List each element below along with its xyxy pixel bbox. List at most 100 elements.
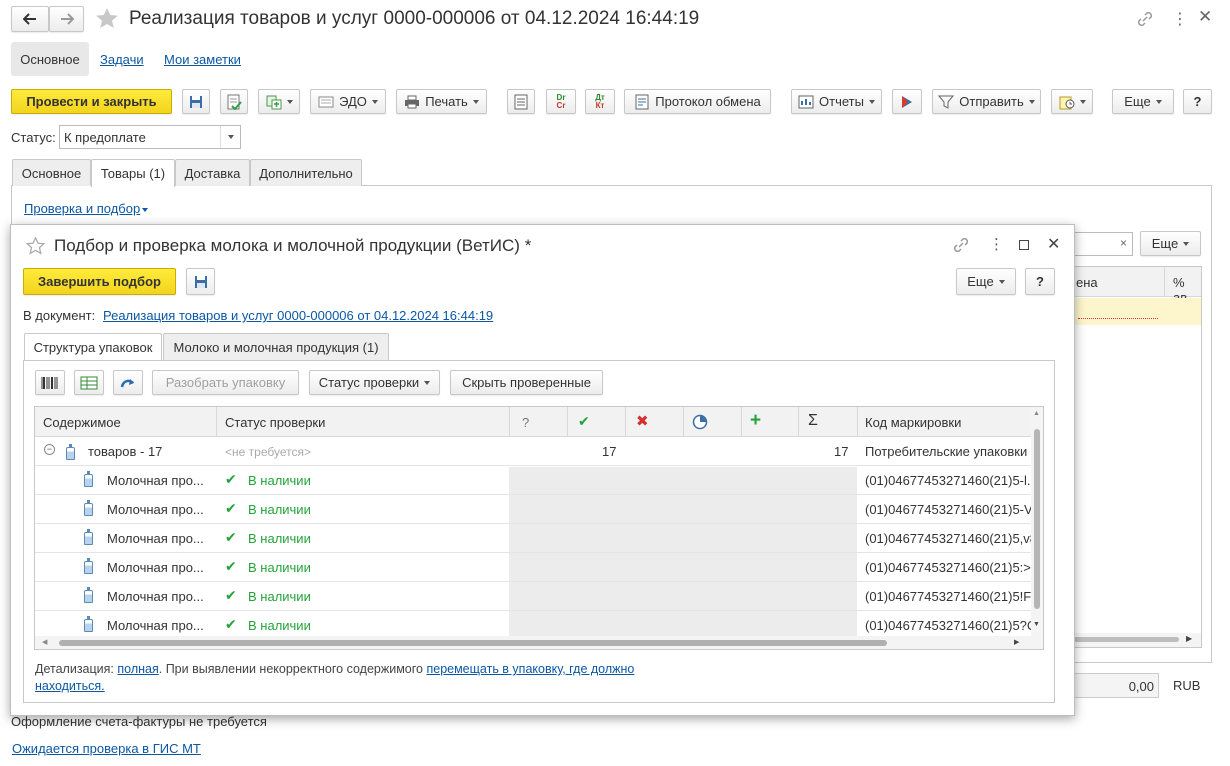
check-and-select-link[interactable]: Проверка и подбор <box>24 201 140 216</box>
nav-tab-tasks[interactable]: Задачи <box>100 52 144 67</box>
table-row[interactable]: Молочная про... ✔ В наличии (01)04677453… <box>35 582 1043 611</box>
scroll-right-icon[interactable]: ▶ <box>1014 638 1019 646</box>
star-icon[interactable] <box>95 7 119 30</box>
bottle-icon <box>84 616 93 632</box>
close-icon[interactable]: ✕ <box>1198 7 1212 27</box>
print-button[interactable]: Печать <box>396 89 487 114</box>
check-status-button[interactable]: Статус проверки <box>309 370 440 395</box>
status-dropdown-toggle[interactable] <box>220 126 240 148</box>
col-pending-icon[interactable] <box>692 414 708 430</box>
col-error-icon[interactable]: ✖ <box>636 412 649 430</box>
scroll-right-icon[interactable]: ▶ <box>1186 634 1192 643</box>
group-row[interactable]: − товаров - 17 <не требуется> 17 17 Потр… <box>35 437 1043 466</box>
maximize-icon[interactable] <box>1019 240 1029 250</box>
scroll-up-icon[interactable]: ▲ <box>1033 410 1040 417</box>
col-add-icon[interactable]: + <box>750 410 761 432</box>
detail-move-link[interactable]: перемещать в упаковку, где должно <box>426 662 634 676</box>
more-vertical-icon[interactable]: ⋮ <box>1172 9 1188 29</box>
hide-checked-button[interactable]: Скрыть проверенные <box>450 370 603 395</box>
col-content[interactable]: Содержимое <box>43 415 121 430</box>
more-button[interactable]: Еще <box>1112 89 1174 114</box>
doc-link[interactable]: Реализация товаров и услуг 0000-000006 о… <box>103 308 493 323</box>
dialog-help-button[interactable]: ? <box>1025 268 1055 295</box>
horizontal-scrollbar[interactable]: ◀ ▶ <box>35 636 1043 649</box>
col-sum-icon[interactable]: Σ <box>808 412 818 430</box>
scroll-thumb[interactable] <box>59 640 887 646</box>
unpack-button[interactable]: Разобрать упаковку <box>152 370 299 395</box>
help-button[interactable]: ? <box>1183 89 1212 114</box>
bg-table-scrollbar[interactable]: ▶ <box>1074 633 1201 647</box>
scroll-down-icon[interactable]: ▼ <box>1033 621 1040 628</box>
col-question[interactable]: ? <box>522 415 529 430</box>
star-outline-icon[interactable] <box>26 237 45 255</box>
refresh-button[interactable] <box>113 370 143 395</box>
bottle-icon <box>66 444 75 460</box>
bg-search-field[interactable]: × <box>1073 232 1133 256</box>
col-code[interactable]: Код маркировки <box>865 415 961 430</box>
journal-button[interactable] <box>507 89 535 114</box>
edo-button[interactable]: ЭДО <box>310 89 386 114</box>
packages-grid: Содержимое Статус проверки ? ✔ ✖ + Σ Код… <box>34 406 1044 650</box>
detail-move-link-cont[interactable]: находиться. <box>35 679 105 693</box>
dialog-tab-milk[interactable]: Молоко и молочная продукция (1) <box>163 333 389 360</box>
vertical-scrollbar[interactable]: ▲ ▼ <box>1031 407 1043 637</box>
group-checked-count: 17 <box>602 444 617 459</box>
send-button[interactable]: Отправить <box>932 89 1041 114</box>
window-title: Реализация товаров и услуг 0000-000006 о… <box>129 8 700 29</box>
nav-tab-main-label: Основное <box>20 51 80 67</box>
filter-icon <box>938 95 955 109</box>
link-icon[interactable] <box>1136 10 1154 28</box>
dt-kt-icon: Дт Кт <box>595 92 605 110</box>
chevron-down-icon <box>142 208 148 212</box>
close-icon[interactable]: ✕ <box>1047 234 1060 254</box>
col-ok-icon[interactable]: ✔ <box>578 413 590 430</box>
doc-tab-delivery[interactable]: Доставка <box>175 159 250 186</box>
dr-cr-button[interactable]: Dr Cr <box>546 89 576 114</box>
reports-label: Отчеты <box>819 94 864 109</box>
finish-selection-button[interactable]: Завершить подбор <box>23 268 176 295</box>
more-vertical-icon[interactable]: ⋮ <box>989 235 1004 253</box>
protocol-button[interactable]: Протокол обмена <box>624 89 771 114</box>
col-status[interactable]: Статус проверки <box>225 415 325 430</box>
table-check-button[interactable] <box>74 370 104 395</box>
dt-kt-button[interactable]: Дт Кт <box>585 89 615 114</box>
doc-tab-main[interactable]: Основное <box>12 159 91 186</box>
dialog-more-button[interactable]: Еще <box>956 268 1016 295</box>
clear-icon[interactable]: × <box>1120 236 1127 250</box>
collapse-icon[interactable]: − <box>44 444 55 455</box>
detail-full-link[interactable]: полная <box>117 662 158 676</box>
create-based-on-button[interactable] <box>258 89 300 114</box>
scroll-left-icon[interactable]: ◀ <box>42 638 47 646</box>
table-row[interactable]: Молочная про... ✔ В наличии (01)04677453… <box>35 553 1043 582</box>
table-row[interactable]: Молочная про... ✔ В наличии (01)04677453… <box>35 524 1043 553</box>
total-field: 0,00 <box>1073 673 1159 698</box>
bg-table-row-selected[interactable] <box>1074 298 1201 325</box>
dropdown-caret-icon <box>371 99 378 104</box>
flag-button[interactable] <box>892 89 922 114</box>
dialog-tab-structure[interactable]: Структура упаковок <box>24 333 162 361</box>
scroll-thumb[interactable] <box>1034 429 1040 609</box>
post-button[interactable] <box>220 89 248 114</box>
check-icon: ✔ <box>225 616 237 632</box>
barcode-button[interactable] <box>35 370 65 395</box>
doc-tab-goods[interactable]: Товары (1) <box>91 159 175 187</box>
bg-more-button[interactable]: Еще <box>1140 231 1201 256</box>
link-icon[interactable] <box>952 236 970 254</box>
dialog-save-button[interactable] <box>186 268 215 295</box>
back-button[interactable] <box>11 6 49 32</box>
attachments-button[interactable] <box>1051 89 1093 114</box>
table-row[interactable]: Молочная про... ✔ В наличии (01)04677453… <box>35 495 1043 524</box>
detail-prefix: Детализация: <box>35 662 114 676</box>
gis-check-link[interactable]: Ожидается проверка в ГИС МТ <box>12 741 201 756</box>
post-and-close-button[interactable]: Провести и закрыть <box>11 89 172 114</box>
doc-tab-additional[interactable]: Дополнительно <box>250 159 362 186</box>
status-select[interactable]: К предоплате <box>59 125 241 149</box>
dropdown-caret-icon <box>472 99 479 104</box>
reports-button[interactable]: Отчеты <box>791 89 882 114</box>
save-button[interactable] <box>182 89 210 114</box>
nav-tab-notes[interactable]: Мои заметки <box>164 52 241 67</box>
arrow-left-icon <box>23 13 36 25</box>
forward-button[interactable] <box>49 6 84 32</box>
nav-tab-main[interactable]: Основное <box>11 42 89 76</box>
table-row[interactable]: Молочная про... ✔ В наличии (01)04677453… <box>35 466 1043 495</box>
